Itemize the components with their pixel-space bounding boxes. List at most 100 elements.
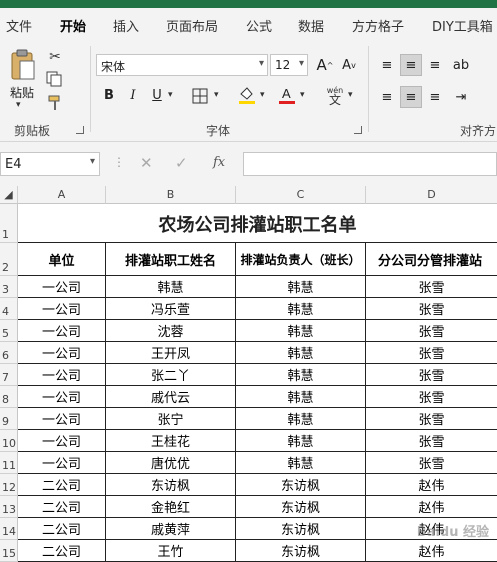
table-cell[interactable]: 一公司 (18, 342, 106, 364)
table-cell[interactable]: 张宁 (106, 408, 236, 430)
column-header-a[interactable]: A (18, 186, 106, 204)
row-header[interactable]: 9 (0, 408, 18, 430)
table-cell[interactable]: 沈蓉 (106, 320, 236, 342)
font-size-select[interactable]: 12 ▾ (270, 54, 308, 76)
shrink-font-icon[interactable]: Av (338, 54, 360, 76)
table-cell[interactable]: 韩慧 (236, 276, 366, 298)
format-painter-icon[interactable] (46, 94, 64, 112)
tab-insert[interactable]: 插入 (113, 16, 139, 35)
align-middle-icon[interactable]: ≡ (400, 54, 422, 76)
indent-icon[interactable]: ⇥ (450, 86, 472, 108)
table-cell[interactable]: 一公司 (18, 364, 106, 386)
select-all-corner[interactable]: ◢ (0, 186, 18, 204)
table-cell[interactable]: 金艳红 (106, 496, 236, 518)
chevron-down-icon[interactable]: ▾ (214, 90, 219, 100)
table-cell[interactable]: 二公司 (18, 474, 106, 496)
table-cell[interactable]: 赵伟 (366, 496, 497, 518)
table-cell[interactable]: 东访枫 (236, 496, 366, 518)
table-cell[interactable]: 张雪 (366, 452, 497, 474)
table-cell[interactable]: 王开凤 (106, 342, 236, 364)
row-header[interactable]: 4 (0, 298, 18, 320)
row-header[interactable]: 2 (0, 243, 18, 276)
bold-button[interactable]: B (98, 84, 120, 106)
header-cell[interactable]: 排灌站职工姓名 (106, 243, 236, 276)
table-cell[interactable]: 张雪 (366, 364, 497, 386)
borders-icon[interactable] (190, 86, 210, 106)
table-cell[interactable]: 韩慧 (236, 408, 366, 430)
table-cell[interactable]: 韩慧 (236, 386, 366, 408)
table-cell[interactable]: 王竹 (106, 540, 236, 562)
clipboard-launcher-icon[interactable] (76, 126, 84, 134)
table-cell[interactable]: 一公司 (18, 408, 106, 430)
table-cell[interactable]: 张雪 (366, 408, 497, 430)
table-cell[interactable]: 张雪 (366, 342, 497, 364)
font-name-select[interactable]: 宋体 ▾ (96, 54, 268, 76)
font-launcher-icon[interactable] (354, 126, 362, 134)
enter-icon[interactable]: ✓ (175, 154, 188, 172)
row-header[interactable]: 5 (0, 320, 18, 342)
chevron-down-icon[interactable]: ▾ (300, 90, 305, 100)
table-cell[interactable]: 张雪 (366, 276, 497, 298)
table-cell[interactable]: 一公司 (18, 430, 106, 452)
table-cell[interactable]: 韩慧 (106, 276, 236, 298)
orientation-icon[interactable]: ab (450, 54, 472, 76)
align-left-icon[interactable]: ≡ (376, 86, 398, 108)
header-cell[interactable]: 分公司分管排灌站 (366, 243, 497, 276)
insert-function-icon[interactable]: fx (213, 155, 225, 170)
table-cell[interactable]: 东访枫 (236, 518, 366, 540)
row-header[interactable]: 6 (0, 342, 18, 364)
table-cell[interactable]: 张二丫 (106, 364, 236, 386)
table-cell[interactable]: 冯乐萱 (106, 298, 236, 320)
table-cell[interactable]: 一公司 (18, 298, 106, 320)
table-cell[interactable]: 戚黄萍 (106, 518, 236, 540)
italic-button[interactable]: I (122, 84, 144, 106)
table-cell[interactable]: 唐优优 (106, 452, 236, 474)
table-cell[interactable]: 二公司 (18, 540, 106, 562)
header-cell[interactable]: 排灌站负责人（班长） (236, 243, 366, 276)
align-bottom-icon[interactable]: ≡ (424, 54, 446, 76)
chevron-down-icon[interactable]: ▾ (260, 90, 265, 100)
table-cell[interactable]: 韩慧 (236, 320, 366, 342)
tab-data[interactable]: 数据 (298, 16, 324, 35)
fill-color-icon[interactable] (236, 84, 258, 106)
table-cell[interactable]: 赵伟 (366, 540, 497, 562)
phonetic-icon[interactable]: wén 文 (322, 84, 348, 106)
table-cell[interactable]: 一公司 (18, 320, 106, 342)
paste-icon[interactable] (8, 48, 38, 84)
align-right-icon[interactable]: ≡ (424, 86, 446, 108)
row-header[interactable]: 7 (0, 364, 18, 386)
table-cell[interactable]: 一公司 (18, 452, 106, 474)
table-cell[interactable]: 戚代云 (106, 386, 236, 408)
table-cell[interactable]: 二公司 (18, 518, 106, 540)
table-cell[interactable]: 韩慧 (236, 452, 366, 474)
header-cell[interactable]: 单位 (18, 243, 106, 276)
column-header-b[interactable]: B (106, 186, 236, 204)
font-color-icon[interactable]: A (276, 84, 298, 106)
table-cell[interactable]: 东访枫 (236, 540, 366, 562)
table-cell[interactable]: 王桂花 (106, 430, 236, 452)
cancel-icon[interactable]: ✕ (140, 154, 153, 172)
table-cell[interactable]: 韩慧 (236, 298, 366, 320)
table-cell[interactable]: 一公司 (18, 276, 106, 298)
tab-home[interactable]: 开始 (60, 16, 86, 35)
table-cell[interactable]: 二公司 (18, 496, 106, 518)
sheet-title[interactable]: 农场公司排灌站职工名单 (18, 205, 497, 243)
align-center-icon[interactable]: ≡ (400, 86, 422, 108)
tab-file[interactable]: 文件 (6, 16, 32, 35)
row-header[interactable]: 14 (0, 518, 18, 540)
row-header[interactable]: 12 (0, 474, 18, 496)
row-header[interactable]: 13 (0, 496, 18, 518)
column-header-c[interactable]: C (236, 186, 366, 204)
tab-fangfang[interactable]: 方方格子 (352, 16, 404, 35)
row-header[interactable]: 11 (0, 452, 18, 474)
row-header[interactable]: 10 (0, 430, 18, 452)
copy-icon[interactable] (44, 70, 66, 88)
chevron-down-icon[interactable]: ▾ (16, 100, 21, 110)
cut-icon[interactable]: ✂ (46, 48, 64, 66)
row-header[interactable]: 15 (0, 540, 18, 562)
formula-input[interactable] (243, 152, 497, 176)
tab-diy-toolbox[interactable]: DIY工具箱 (432, 16, 493, 35)
column-header-d[interactable]: D (366, 186, 497, 204)
table-cell[interactable]: 张雪 (366, 298, 497, 320)
table-cell[interactable]: 张雪 (366, 320, 497, 342)
